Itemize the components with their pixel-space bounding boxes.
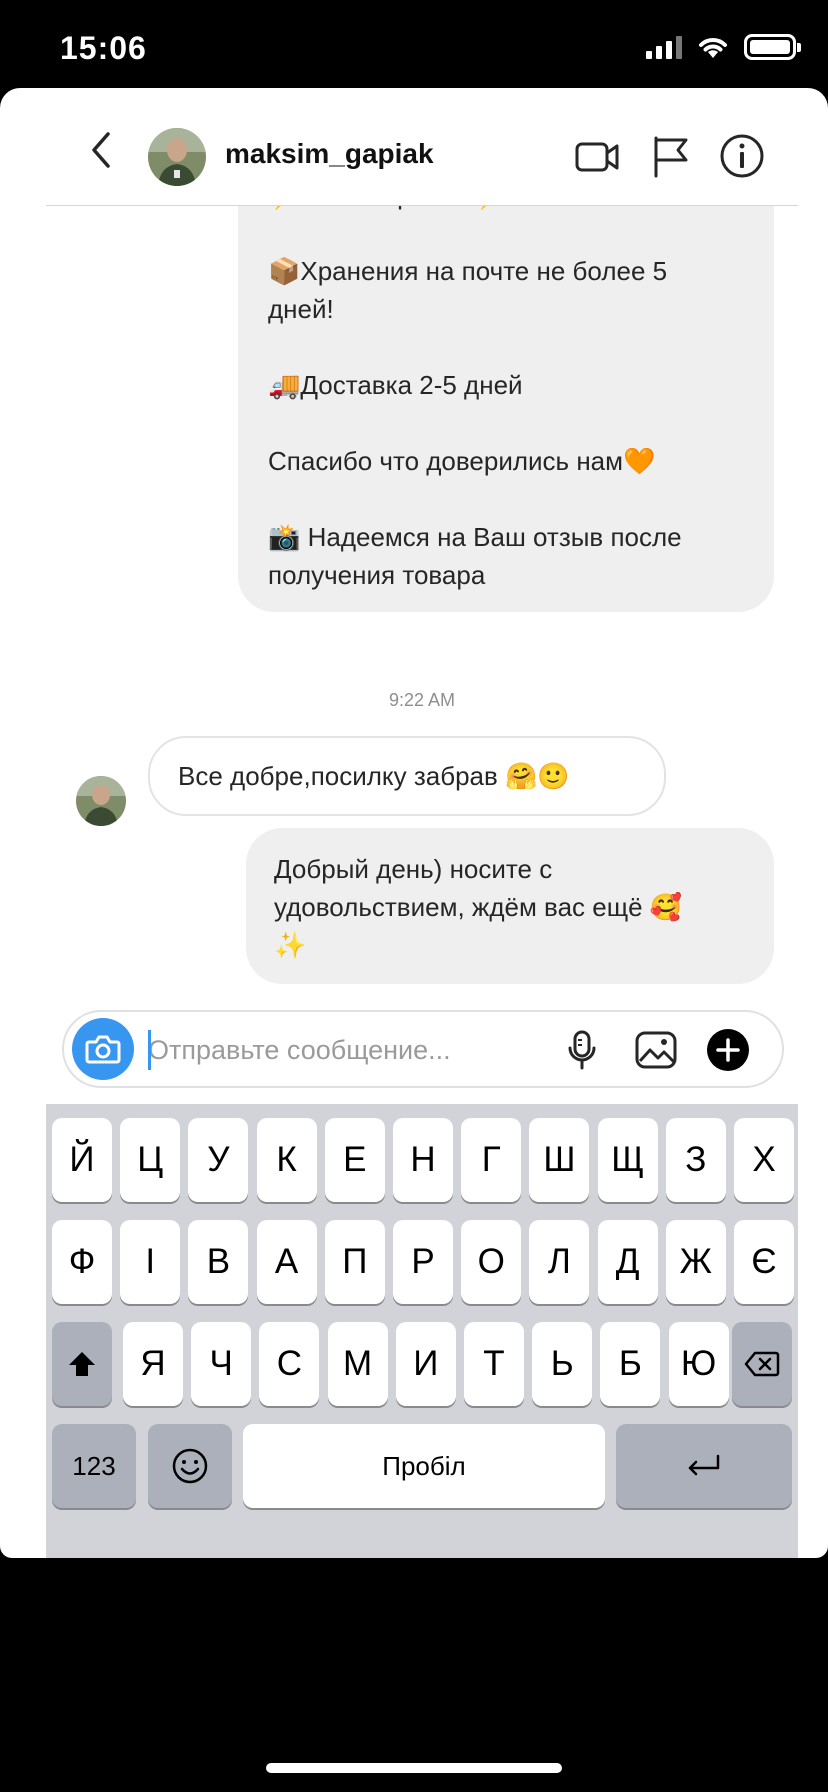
- home-indicator[interactable]: [266, 1763, 562, 1773]
- return-key[interactable]: [616, 1424, 792, 1508]
- thread-header: maksim_gapiak: [46, 88, 798, 206]
- letter-key[interactable]: Щ: [597, 1118, 658, 1202]
- cellular-signal-icon: [646, 35, 682, 59]
- thread-username[interactable]: maksim_gapiak: [225, 138, 434, 170]
- battery-icon: [744, 34, 801, 60]
- letter-key[interactable]: І: [120, 1220, 181, 1304]
- letter-key[interactable]: С: [259, 1322, 320, 1406]
- incoming-message[interactable]: Все добре,посилку забрав 🤗🙂: [148, 736, 666, 816]
- numbers-key[interactable]: 123: [52, 1424, 136, 1508]
- message-composer: [62, 1010, 784, 1088]
- message-text: Добрый день) носите с удовольствием, ждё…: [274, 854, 683, 960]
- emoji-icon: [172, 1448, 208, 1484]
- letter-key[interactable]: Я: [123, 1322, 183, 1406]
- letter-key[interactable]: Н: [393, 1118, 453, 1202]
- flag-icon[interactable]: [648, 132, 696, 180]
- delete-key[interactable]: [732, 1322, 792, 1406]
- message-text: ⚡️ Заказ принят ⚡️ 📦Хранения на почте не…: [268, 206, 682, 590]
- message-text: Все добре,посилку забрав 🤗🙂: [178, 761, 570, 791]
- image-icon[interactable]: [634, 1028, 678, 1072]
- video-camera-icon[interactable]: [573, 132, 621, 180]
- letter-key[interactable]: Є: [734, 1220, 794, 1304]
- wifi-icon: [699, 38, 727, 58]
- letter-key[interactable]: О: [461, 1220, 522, 1304]
- shift-key[interactable]: [52, 1322, 112, 1406]
- camera-button[interactable]: [72, 1018, 134, 1080]
- letter-key[interactable]: П: [324, 1220, 385, 1304]
- shift-icon: [69, 1352, 95, 1376]
- status-icons: [646, 34, 801, 60]
- avatar[interactable]: [76, 776, 126, 826]
- status-time: 15:06: [60, 30, 147, 66]
- letter-key[interactable]: Д: [597, 1220, 658, 1304]
- outgoing-message[interactable]: Добрый день) носите с удовольствием, ждё…: [246, 828, 774, 984]
- on-screen-keyboard: ЙЦУКЕНГШЩЗХ ФІВАПРОЛДЖЄ ЯЧСМИТЬБЮ 123 Пр…: [46, 1104, 798, 1558]
- letter-key[interactable]: В: [188, 1220, 249, 1304]
- letter-key[interactable]: Р: [393, 1220, 453, 1304]
- text-cursor: [148, 1030, 151, 1070]
- message-input[interactable]: [148, 1026, 508, 1074]
- microphone-icon[interactable]: [560, 1028, 604, 1072]
- status-bar: 15:06: [0, 0, 828, 88]
- avatar[interactable]: [148, 128, 206, 186]
- letter-key[interactable]: К: [256, 1118, 317, 1202]
- plus-circle-icon[interactable]: [706, 1028, 750, 1072]
- emoji-key[interactable]: [148, 1424, 232, 1508]
- backspace-icon: [744, 1351, 780, 1377]
- letter-key[interactable]: Й: [52, 1118, 112, 1202]
- letter-key[interactable]: Г: [461, 1118, 522, 1202]
- outgoing-message[interactable]: ⚡️ Заказ принят ⚡️ 📦Хранения на почте не…: [238, 206, 774, 612]
- space-key[interactable]: Пробіл: [243, 1424, 605, 1508]
- letter-key[interactable]: И: [395, 1322, 456, 1406]
- return-icon: [688, 1454, 720, 1476]
- letter-key[interactable]: Ш: [529, 1118, 590, 1202]
- dm-sheet: maksim_gapiak ⚡️ Заказ принят ⚡️ 📦Хранен…: [0, 88, 828, 1558]
- letter-key[interactable]: Б: [600, 1322, 661, 1406]
- letter-key[interactable]: Ь: [532, 1322, 593, 1406]
- message-list[interactable]: ⚡️ Заказ принят ⚡️ 📦Хранения на почте не…: [46, 206, 798, 1000]
- letter-key[interactable]: Ч: [191, 1322, 252, 1406]
- dm-thread: maksim_gapiak ⚡️ Заказ принят ⚡️ 📦Хранен…: [46, 88, 798, 1558]
- letter-key[interactable]: Ц: [120, 1118, 181, 1202]
- letter-key[interactable]: Т: [464, 1322, 524, 1406]
- info-icon[interactable]: [718, 132, 766, 180]
- camera-icon: [85, 1035, 121, 1064]
- letter-key[interactable]: Ф: [52, 1220, 112, 1304]
- letter-key[interactable]: Л: [529, 1220, 590, 1304]
- letter-key[interactable]: З: [665, 1118, 726, 1202]
- letter-key[interactable]: Ж: [665, 1220, 726, 1304]
- chevron-left-icon[interactable]: [86, 130, 116, 170]
- letter-key[interactable]: А: [256, 1220, 317, 1304]
- letter-key[interactable]: Ю: [668, 1322, 729, 1406]
- message-timestamp: 9:22 AM: [388, 690, 456, 710]
- letter-key[interactable]: У: [188, 1118, 249, 1202]
- letter-key[interactable]: Х: [734, 1118, 794, 1202]
- letter-key[interactable]: М: [327, 1322, 388, 1406]
- letter-key[interactable]: Е: [324, 1118, 385, 1202]
